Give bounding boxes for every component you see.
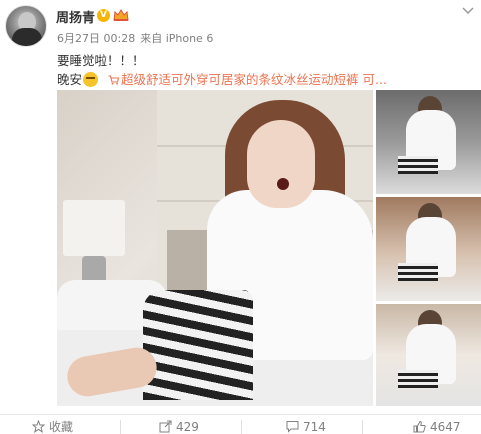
- share-button[interactable]: 429: [159, 420, 199, 434]
- like-icon: [413, 420, 426, 433]
- avatar[interactable]: [5, 5, 47, 47]
- crown-icon: [113, 9, 129, 21]
- share-icon: [159, 420, 172, 433]
- post-thumbnail-3[interactable]: [376, 304, 481, 406]
- comment-count: 714: [303, 420, 326, 434]
- post-text-line1: 要睡觉啦！！！: [57, 53, 145, 68]
- product-link[interactable]: 超级舒适可外穿可居家的条纹冰丝运动短裤 可...: [108, 72, 387, 87]
- cart-icon: [108, 75, 119, 85]
- post-text-line2: 晚安 超级舒适可外穿可居家的条纹冰丝运动短裤 可...: [57, 69, 387, 88]
- comment-icon: [286, 421, 299, 433]
- favorite-label: 收藏: [49, 420, 74, 434]
- post-main-photo[interactable]: [57, 90, 373, 406]
- favorite-button[interactable]: 收藏: [31, 419, 74, 434]
- star-icon: [31, 419, 46, 433]
- action-separator: [241, 420, 242, 434]
- sleepy-emoji-icon: [83, 72, 99, 87]
- verified-icon: V: [97, 9, 110, 22]
- post-meta: 6月27日 00:28 来自 iPhone 6: [57, 30, 218, 46]
- post-thumbnail-1[interactable]: [376, 90, 481, 194]
- chevron-down-icon[interactable]: [461, 6, 475, 16]
- action-separator: [362, 420, 363, 434]
- product-link-text[interactable]: 超级舒适可外穿可居家的条纹冰丝运动短裤 可...: [121, 72, 387, 87]
- action-bar-divider: [0, 414, 481, 415]
- post-thumbnail-2[interactable]: [376, 197, 481, 301]
- post-text-goodnight: 晚安: [57, 72, 83, 87]
- post-source: 来自 iPhone 6: [140, 32, 214, 45]
- share-count: 429: [176, 420, 199, 434]
- like-button[interactable]: 4647: [413, 420, 461, 434]
- post-time[interactable]: 6月27日 00:28: [57, 32, 135, 45]
- username[interactable]: 周扬青: [56, 7, 95, 26]
- like-count: 4647: [430, 420, 461, 434]
- action-separator: [120, 420, 121, 434]
- comment-button[interactable]: 714: [286, 420, 326, 434]
